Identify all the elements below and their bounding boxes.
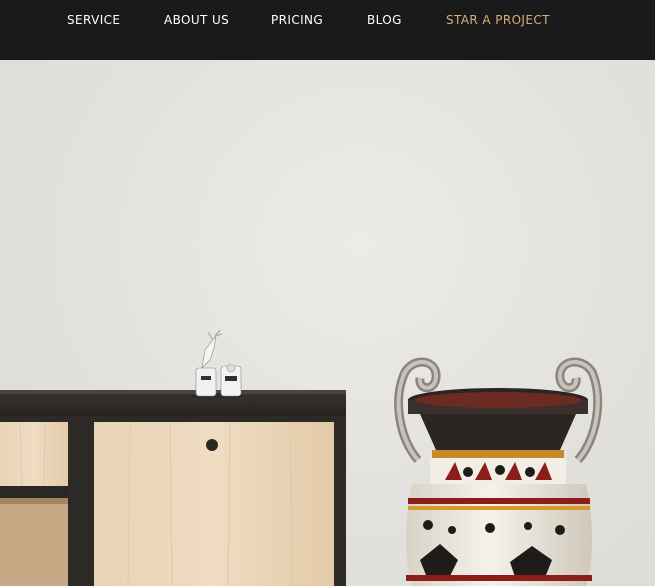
top-navbar: SERVICE ABOUT US PRICING BLOG STAR A PRO… [0,0,655,60]
nav-service[interactable]: SERVICE [67,13,120,27]
hero-image [0,60,655,586]
hero-illustration [0,329,603,586]
nav-about-us[interactable]: ABOUT US [164,13,229,27]
nav-start-project[interactable]: STAR A PROJECT [446,13,550,27]
greek-vase [394,357,603,586]
nav-pricing[interactable]: PRICING [271,13,323,27]
nav-blog[interactable]: BLOG [367,13,402,27]
sideboard [0,390,346,586]
figurines [192,329,244,399]
